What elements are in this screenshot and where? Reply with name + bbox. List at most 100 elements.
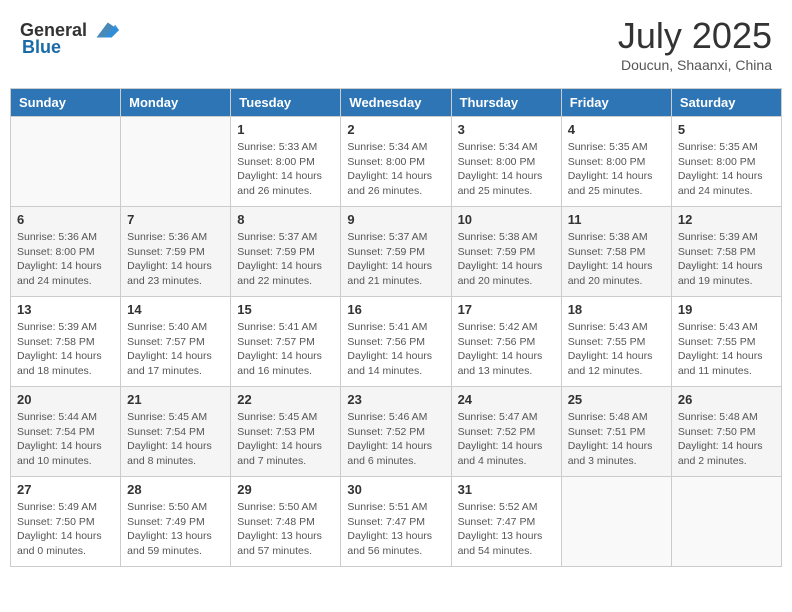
calendar-cell: 20 Sunrise: 5:44 AMSunset: 7:54 PMDayligh… — [11, 387, 121, 477]
day-number: 16 — [347, 302, 444, 317]
day-number: 24 — [458, 392, 555, 407]
calendar-cell: 31 Sunrise: 5:52 AMSunset: 7:47 PMDayligh… — [451, 477, 561, 567]
day-number: 1 — [237, 122, 334, 137]
calendar-cell: 4 Sunrise: 5:35 AMSunset: 8:00 PMDaylight… — [561, 117, 671, 207]
calendar-cell: 10 Sunrise: 5:38 AMSunset: 7:59 PMDayligh… — [451, 207, 561, 297]
calendar-cell: 23 Sunrise: 5:46 AMSunset: 7:52 PMDayligh… — [341, 387, 451, 477]
calendar-cell: 21Sunrise: 5:45 AMSunset: 7:54 PMDayligh… — [121, 387, 231, 477]
calendar-cell: 12Sunrise: 5:39 AMSunset: 7:58 PMDayligh… — [671, 207, 781, 297]
calendar-cell — [561, 477, 671, 567]
calendar-cell: 19 Sunrise: 5:43 AMSunset: 7:55 PMDayligh… — [671, 297, 781, 387]
calendar-cell: 2 Sunrise: 5:34 AMSunset: 8:00 PMDaylight… — [341, 117, 451, 207]
day-info: Sunrise: 5:50 AMSunset: 7:48 PMDaylight:… — [237, 500, 334, 559]
calendar-cell: 6 Sunrise: 5:36 AMSunset: 8:00 PMDaylight… — [11, 207, 121, 297]
day-number: 23 — [347, 392, 444, 407]
calendar-cell: 27 Sunrise: 5:49 AMSunset: 7:50 PMDayligh… — [11, 477, 121, 567]
calendar-cell — [11, 117, 121, 207]
day-info: Sunrise: 5:36 AMSunset: 8:00 PMDaylight:… — [17, 230, 114, 289]
day-info: Sunrise: 5:51 AMSunset: 7:47 PMDaylight:… — [347, 500, 444, 559]
day-info: Sunrise: 5:34 AMSunset: 8:00 PMDaylight:… — [347, 140, 444, 199]
day-number: 7 — [127, 212, 224, 227]
day-info: Sunrise: 5:41 AMSunset: 7:56 PMDaylight:… — [347, 320, 444, 379]
calendar-cell: 22Sunrise: 5:45 AMSunset: 7:53 PMDayligh… — [231, 387, 341, 477]
day-header-thursday: Thursday — [451, 89, 561, 117]
day-header-sunday: Sunday — [11, 89, 121, 117]
day-info: Sunrise: 5:35 AMSunset: 8:00 PMDaylight:… — [568, 140, 665, 199]
day-number: 29 — [237, 482, 334, 497]
day-info: Sunrise: 5:35 AMSunset: 8:00 PMDaylight:… — [678, 140, 775, 199]
title-area: July 2025 Doucun, Shaanxi, China — [618, 15, 772, 73]
day-number: 31 — [458, 482, 555, 497]
calendar-cell: 29 Sunrise: 5:50 AMSunset: 7:48 PMDayligh… — [231, 477, 341, 567]
day-number: 21 — [127, 392, 224, 407]
day-info: Sunrise: 5:43 AMSunset: 7:55 PMDaylight:… — [678, 320, 775, 379]
day-info: Sunrise: 5:38 AMSunset: 7:59 PMDaylight:… — [458, 230, 555, 289]
page-header: General Blue July 2025 Doucun, Shaanxi, … — [10, 10, 782, 78]
calendar-header-row: SundayMondayTuesdayWednesdayThursdayFrid… — [11, 89, 782, 117]
calendar-cell: 26 Sunrise: 5:48 AMSunset: 7:50 PMDayligh… — [671, 387, 781, 477]
day-number: 11 — [568, 212, 665, 227]
day-number: 22 — [237, 392, 334, 407]
day-number: 18 — [568, 302, 665, 317]
day-number: 5 — [678, 122, 775, 137]
calendar-cell: 3Sunrise: 5:34 AMSunset: 8:00 PMDaylight… — [451, 117, 561, 207]
day-info: Sunrise: 5:39 AMSunset: 7:58 PMDaylight:… — [678, 230, 775, 289]
day-number: 20 — [17, 392, 114, 407]
logo: General Blue — [20, 15, 119, 58]
calendar-cell: 13 Sunrise: 5:39 AMSunset: 7:58 PMDayligh… — [11, 297, 121, 387]
day-header-saturday: Saturday — [671, 89, 781, 117]
day-number: 26 — [678, 392, 775, 407]
day-header-wednesday: Wednesday — [341, 89, 451, 117]
day-info: Sunrise: 5:41 AMSunset: 7:57 PMDaylight:… — [237, 320, 334, 379]
day-number: 27 — [17, 482, 114, 497]
day-number: 2 — [347, 122, 444, 137]
day-info: Sunrise: 5:49 AMSunset: 7:50 PMDaylight:… — [17, 500, 114, 559]
calendar-cell: 24 Sunrise: 5:47 AMSunset: 7:52 PMDayligh… — [451, 387, 561, 477]
day-info: Sunrise: 5:47 AMSunset: 7:52 PMDaylight:… — [458, 410, 555, 469]
day-number: 28 — [127, 482, 224, 497]
day-info: Sunrise: 5:36 AMSunset: 7:59 PMDaylight:… — [127, 230, 224, 289]
day-number: 17 — [458, 302, 555, 317]
day-info: Sunrise: 5:40 AMSunset: 7:57 PMDaylight:… — [127, 320, 224, 379]
day-header-monday: Monday — [121, 89, 231, 117]
calendar-cell — [121, 117, 231, 207]
calendar-cell: 5 Sunrise: 5:35 AMSunset: 8:00 PMDaylight… — [671, 117, 781, 207]
day-info: Sunrise: 5:46 AMSunset: 7:52 PMDaylight:… — [347, 410, 444, 469]
day-info: Sunrise: 5:37 AMSunset: 7:59 PMDaylight:… — [347, 230, 444, 289]
day-header-friday: Friday — [561, 89, 671, 117]
calendar-cell: 28 Sunrise: 5:50 AMSunset: 7:49 PMDayligh… — [121, 477, 231, 567]
day-info: Sunrise: 5:44 AMSunset: 7:54 PMDaylight:… — [17, 410, 114, 469]
day-number: 4 — [568, 122, 665, 137]
calendar-cell: 18 Sunrise: 5:43 AMSunset: 7:55 PMDayligh… — [561, 297, 671, 387]
day-number: 9 — [347, 212, 444, 227]
logo-blue: Blue — [22, 37, 61, 58]
day-number: 25 — [568, 392, 665, 407]
calendar-cell: 17Sunrise: 5:42 AMSunset: 7:56 PMDayligh… — [451, 297, 561, 387]
day-number: 30 — [347, 482, 444, 497]
day-info: Sunrise: 5:50 AMSunset: 7:49 PMDaylight:… — [127, 500, 224, 559]
calendar-cell: 11Sunrise: 5:38 AMSunset: 7:58 PMDayligh… — [561, 207, 671, 297]
calendar-cell: 7 Sunrise: 5:36 AMSunset: 7:59 PMDaylight… — [121, 207, 231, 297]
day-number: 19 — [678, 302, 775, 317]
calendar-week-row: 1 Sunrise: 5:33 AMSunset: 8:00 PMDaylight… — [11, 117, 782, 207]
calendar-cell — [671, 477, 781, 567]
day-number: 6 — [17, 212, 114, 227]
day-info: Sunrise: 5:33 AMSunset: 8:00 PMDaylight:… — [237, 140, 334, 199]
calendar-cell: 15 Sunrise: 5:41 AMSunset: 7:57 PMDayligh… — [231, 297, 341, 387]
calendar-table: SundayMondayTuesdayWednesdayThursdayFrid… — [10, 88, 782, 567]
calendar-cell: 14Sunrise: 5:40 AMSunset: 7:57 PMDayligh… — [121, 297, 231, 387]
day-header-tuesday: Tuesday — [231, 89, 341, 117]
calendar-cell: 16 Sunrise: 5:41 AMSunset: 7:56 PMDayligh… — [341, 297, 451, 387]
day-number: 15 — [237, 302, 334, 317]
day-number: 8 — [237, 212, 334, 227]
day-info: Sunrise: 5:43 AMSunset: 7:55 PMDaylight:… — [568, 320, 665, 379]
day-info: Sunrise: 5:52 AMSunset: 7:47 PMDaylight:… — [458, 500, 555, 559]
calendar-cell: 1 Sunrise: 5:33 AMSunset: 8:00 PMDaylight… — [231, 117, 341, 207]
day-info: Sunrise: 5:48 AMSunset: 7:51 PMDaylight:… — [568, 410, 665, 469]
day-info: Sunrise: 5:48 AMSunset: 7:50 PMDaylight:… — [678, 410, 775, 469]
day-number: 10 — [458, 212, 555, 227]
day-info: Sunrise: 5:39 AMSunset: 7:58 PMDaylight:… — [17, 320, 114, 379]
day-number: 13 — [17, 302, 114, 317]
day-info: Sunrise: 5:37 AMSunset: 7:59 PMDaylight:… — [237, 230, 334, 289]
month-title: July 2025 — [618, 15, 772, 57]
